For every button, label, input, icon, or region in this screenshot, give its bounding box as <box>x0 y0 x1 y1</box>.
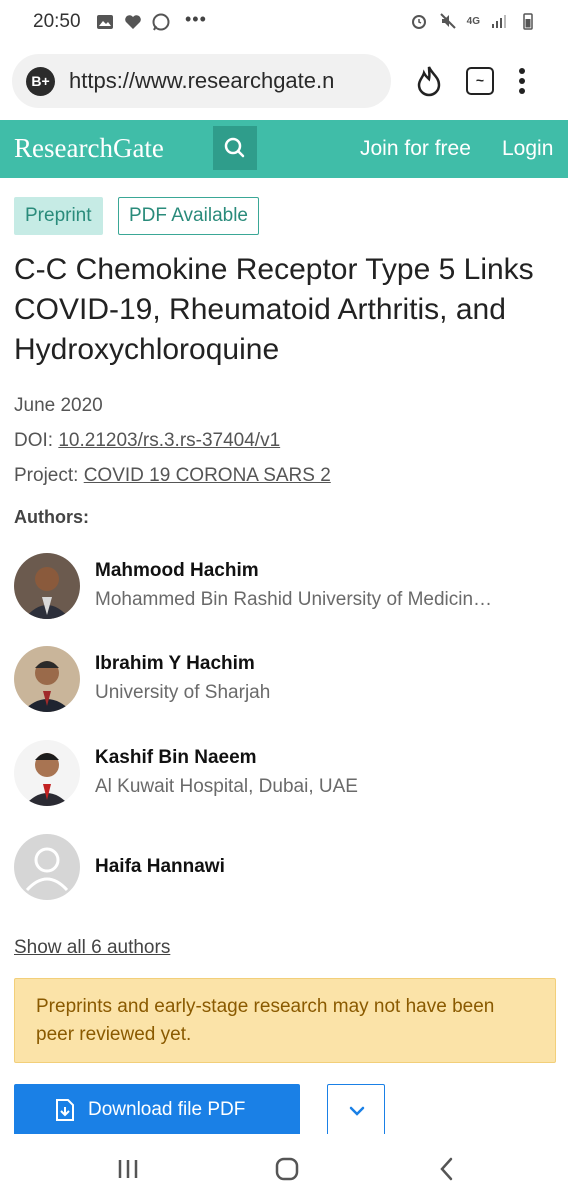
back-icon[interactable] <box>432 1154 462 1184</box>
avatar[interactable] <box>14 740 80 806</box>
tabs-button[interactable]: ~ <box>466 67 494 95</box>
author-institution: Al Kuwait Hospital, Dubai, UAE <box>95 776 358 797</box>
doi-row: DOI: 10.21203/rs.3.rs-37404/v1 <box>14 430 280 452</box>
alarm-icon <box>411 15 426 29</box>
download-pdf-label: Download file PDF <box>88 1099 246 1120</box>
publication-title: C-C Chemokine Receptor Type 5 Links COVI… <box>14 253 534 366</box>
authors-heading: Authors: <box>14 507 89 527</box>
network-type: 4G <box>466 15 480 27</box>
researchgate-logo[interactable]: ResearchGate <box>14 133 164 164</box>
pdf-available-badge[interactable]: PDF Available <box>118 197 259 235</box>
chevron-down-icon <box>349 1106 365 1116</box>
status-time: 20:50 <box>33 11 81 32</box>
publication-date: June 2020 <box>14 395 103 416</box>
recent-apps-icon[interactable] <box>113 1154 143 1184</box>
url-text[interactable]: https://www.researchgate.n <box>69 68 334 94</box>
system-icons: 4G <box>409 11 538 31</box>
show-all-authors-link[interactable]: Show all 6 authors <box>14 937 170 959</box>
notification-icons: ••• <box>95 8 207 32</box>
site-header: ResearchGate Join for free Login <box>0 120 568 178</box>
menu-icon[interactable] <box>516 66 528 96</box>
author-name[interactable]: Ibrahim Y Hachim <box>95 653 255 675</box>
address-bar[interactable]: B+ https://www.researchgate.n <box>12 54 391 108</box>
battery-icon <box>523 13 533 30</box>
browser-toolbar: B+ https://www.researchgate.n ~ <box>0 44 568 120</box>
author-item[interactable]: Kashif Bin Naeem Al Kuwait Hospital, Dub… <box>14 740 554 808</box>
download-file-icon <box>56 1099 74 1121</box>
project-row: Project: COVID 19 CORONA SARS 2 <box>14 465 331 487</box>
project-link[interactable]: COVID 19 CORONA SARS 2 <box>84 465 331 486</box>
flame-icon[interactable] <box>414 64 444 98</box>
search-button[interactable] <box>213 126 257 170</box>
download-options-button[interactable] <box>327 1084 385 1136</box>
mute-icon <box>439 13 456 29</box>
heart-icon <box>125 15 141 29</box>
signal-icon <box>492 15 506 28</box>
avatar[interactable] <box>14 646 80 712</box>
status-bar: 20:50 ••• 4G <box>0 0 568 44</box>
join-for-free-link[interactable]: Join for free <box>360 137 471 161</box>
preprint-badge: Preprint <box>14 197 103 235</box>
home-icon[interactable] <box>272 1154 302 1184</box>
avatar[interactable] <box>14 553 80 619</box>
system-nav-bar <box>0 1134 568 1200</box>
author-name[interactable]: Haifa Hannawi <box>95 856 225 878</box>
doi-label: DOI: <box>14 430 54 451</box>
gallery-icon <box>97 15 113 29</box>
project-label: Project: <box>14 465 79 486</box>
more-notifications-icon: ••• <box>185 8 207 29</box>
preprint-notice: Preprints and early-stage research may n… <box>14 978 556 1063</box>
search-icon <box>224 137 245 158</box>
author-item[interactable]: Ibrahim Y Hachim University of Sharjah <box>14 646 554 714</box>
author-name[interactable]: Kashif Bin Naeem <box>95 747 257 769</box>
avatar-placeholder-icon[interactable] <box>14 834 80 900</box>
author-institution: University of Sharjah <box>95 682 271 703</box>
download-pdf-button[interactable]: Download file PDF <box>14 1084 300 1136</box>
login-link[interactable]: Login <box>502 137 553 161</box>
author-institution: Mohammed Bin Rashid University of Medici… <box>95 589 493 610</box>
b-plus-icon[interactable]: B+ <box>26 67 55 96</box>
author-item[interactable]: Mahmood Hachim Mohammed Bin Rashid Unive… <box>14 553 554 621</box>
author-name[interactable]: Mahmood Hachim <box>95 560 259 582</box>
whatsapp-icon <box>152 13 170 31</box>
doi-link[interactable]: 10.21203/rs.3.rs-37404/v1 <box>58 430 280 451</box>
author-item[interactable]: Haifa Hannawi <box>14 834 554 902</box>
